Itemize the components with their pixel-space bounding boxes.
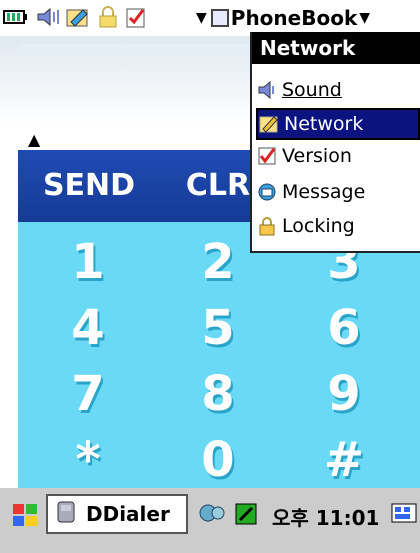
message-icon [256,181,278,203]
key-2[interactable]: 2 [188,234,248,290]
menu-item-sound[interactable]: Sound [256,74,420,106]
phonebook-icon [210,9,229,27]
ddialer-taskbar-button[interactable]: DDialer [46,494,188,534]
volume-icon[interactable] [34,4,62,30]
key-9[interactable]: 9 [314,366,374,422]
key-hash[interactable]: # [314,432,374,488]
key-0[interactable]: 0 [188,432,248,488]
menu-item-message[interactable]: Message [256,176,420,208]
key-6[interactable]: 6 [314,300,374,356]
clear-button[interactable]: CLR [178,168,258,203]
settings-menu: Network Sound Network Version Message Lo… [250,32,420,253]
battery-icon[interactable] [2,4,30,30]
dropdown-arrow-icon: ▼ [196,10,207,26]
speaker-icon [256,79,278,101]
keyboard-icon[interactable] [388,498,420,528]
key-1[interactable]: 1 [58,234,118,290]
sim-card-icon[interactable] [230,498,262,528]
edit-icon[interactable] [64,4,92,30]
key-7[interactable]: 7 [58,366,118,422]
key-4[interactable]: 4 [58,300,118,356]
menu-header: Network [252,32,420,64]
start-menu-icon[interactable] [8,500,42,530]
key-star[interactable]: * [58,432,118,488]
send-button[interactable]: SEND [34,168,144,203]
checklist-icon[interactable] [122,4,150,30]
taskbar: DDialer 오후 11:01 [0,488,420,553]
menu-item-locking[interactable]: Locking [256,210,420,242]
lock-icon [256,215,278,237]
dropdown-arrow-icon: ▼ [359,10,371,26]
connection-icon[interactable] [196,498,228,528]
menu-item-version[interactable]: Version [256,142,420,170]
key-5[interactable]: 5 [188,300,248,356]
phone-icon [54,499,80,529]
key-8[interactable]: 8 [188,366,248,422]
check-icon [256,145,278,167]
phonebook-title[interactable]: ▼ PhoneBook ▼ [196,2,370,34]
pencil-icon [258,113,280,135]
menu-item-network[interactable]: Network [256,108,420,140]
clock: 오후 11:01 [272,506,380,530]
top-status-bar: ▼ PhoneBook ▼ [0,0,420,36]
lock-icon[interactable] [94,4,122,30]
scroll-up-icon[interactable]: ▲ [28,130,40,149]
